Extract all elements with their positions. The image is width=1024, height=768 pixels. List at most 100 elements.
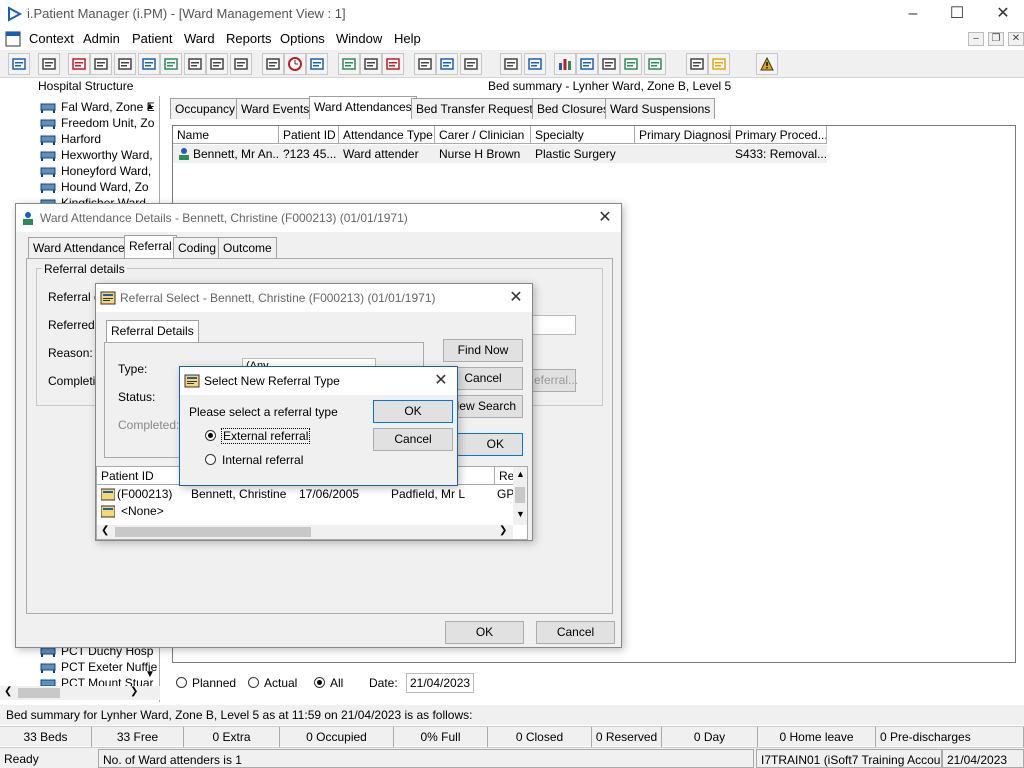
mdi-minimize-icon[interactable]: – [968,32,984,46]
report-button[interactable] [262,53,284,75]
find-now-button[interactable]: Find Now [443,339,523,362]
scroll-left-icon[interactable]: ❮ [4,686,12,697]
warning-button[interactable] [756,53,778,75]
ok-button[interactable]: OK [373,400,453,423]
flag-button[interactable] [620,53,642,75]
cell-patient-id[interactable]: ?123 45... [279,145,339,163]
tree-scroll-up-icon[interactable]: ▲ [145,101,155,112]
column-header[interactable]: Attendance Type [339,126,435,144]
chart-button[interactable] [338,53,360,75]
list-vscrollbar[interactable]: ▲ ▼ [513,467,527,525]
menu-ward[interactable]: Ward [184,31,215,46]
transfer-button[interactable] [206,53,228,75]
referral-button[interactable]: eferral... [531,369,578,392]
bed2-button[interactable] [436,53,458,75]
fax-button[interactable] [114,53,136,75]
cell-carer[interactable]: Nurse H Brown [435,145,531,163]
printer-button[interactable] [38,53,60,75]
tree-scroll-down-icon[interactable]: ▼ [145,669,155,680]
internal-referral-label[interactable]: Internal referral [222,453,303,467]
mdi-restore-icon[interactable]: ❐ [988,32,1004,46]
column-header[interactable]: Carer / Clinician [435,126,531,144]
arrow-button[interactable] [644,53,666,75]
discharge-button[interactable] [500,53,522,75]
radio-all[interactable] [314,677,325,691]
tree-item[interactable]: Honeyford Ward, [40,163,151,179]
scroll-down-icon[interactable]: ▼ [516,509,525,519]
cell-procedure[interactable]: S433: Removal... [731,145,827,163]
tab-ward-attendance[interactable]: Ward Attendance [28,237,130,258]
m-button[interactable] [138,53,160,75]
scroll-thumb[interactable] [115,527,311,537]
mdi-document-icon[interactable] [5,31,21,47]
tree-item[interactable]: Freedom Unit, Zo [40,115,154,131]
network-button[interactable] [576,53,598,75]
menu-window[interactable]: Window [336,31,382,46]
scroll-thumb[interactable] [515,487,525,503]
close-icon[interactable]: ✕ [431,371,451,391]
person-button[interactable] [160,53,182,75]
tab-outcome[interactable]: Outcome [218,237,277,258]
menu-options[interactable]: Options [280,31,325,46]
column-header[interactable]: Primary Proced... [731,126,827,144]
tree-item[interactable]: Hound Ward, Zo [40,179,149,195]
scroll-right-icon[interactable]: ❯ [130,686,138,697]
radio-internal-referral[interactable] [205,454,216,468]
tree-hscrollbar[interactable]: ❮ ❯ [0,686,160,700]
bar-chart-button[interactable] [554,53,576,75]
edit-button[interactable] [90,53,112,75]
menu-admin[interactable]: Admin [83,31,120,46]
cell-attendance-type[interactable]: Ward attender [339,145,435,163]
list-button[interactable] [414,53,436,75]
radio-planned[interactable] [176,677,187,691]
book-button[interactable] [68,53,90,75]
ok-button[interactable]: OK [445,621,524,644]
tab-bed-closures[interactable]: Bed Closures [532,98,615,119]
menu-reports[interactable]: Reports [226,31,272,46]
radio-actual[interactable] [248,677,259,691]
tab-bed-transfer-requests[interactable]: Bed Transfer Requests [411,98,544,119]
cancel-button[interactable]: Cancel [536,621,615,644]
mdi-close-icon[interactable]: ✕ [1008,32,1024,46]
tab-ward-events[interactable]: Ward Events [236,98,315,119]
referred-by-field[interactable] [531,315,576,335]
close-icon[interactable]: ✕ [506,288,526,308]
column-header[interactable]: Re [495,467,515,485]
menu-patient[interactable]: Patient [132,31,172,46]
scroll-left-icon[interactable]: ❮ [101,525,109,536]
patient-button[interactable] [8,53,30,75]
maximize-icon[interactable]: ☐ [942,4,972,24]
ward-button[interactable] [460,53,482,75]
list-hscrollbar[interactable]: ❮ ❯ [97,525,513,539]
tab-referral[interactable]: Referral [124,235,177,258]
tab-ward-suspensions[interactable]: Ward Suspensions [605,98,716,119]
notes-button[interactable] [184,53,206,75]
tree-item[interactable]: Hexworthy Ward, [40,147,153,163]
column-header[interactable]: Patient ID [279,126,339,144]
scroll-up-icon[interactable]: ▲ [516,469,525,479]
scroll-thumb[interactable] [18,688,60,698]
tab-ward-attendances[interactable]: Ward Attendances [309,96,417,119]
tab-coding[interactable]: Coding [173,237,222,258]
clock2-button[interactable] [382,53,404,75]
tab-referral-details[interactable]: Referral Details [106,320,199,343]
external-referral-label[interactable]: External referral [220,428,311,444]
grid-button[interactable] [686,53,708,75]
tab-occupancy[interactable]: Occupancy [170,98,241,119]
date-field[interactable]: 21/04/2023 [406,673,474,693]
close-icon[interactable]: ✕ [988,4,1018,24]
column-header[interactable]: Specialty [531,126,635,144]
tree-item[interactable]: Harford [40,131,101,147]
cancel-button[interactable]: Cancel [373,428,453,451]
close-icon[interactable]: ✕ [595,208,615,228]
minimize-icon[interactable]: – [898,4,928,24]
column-header[interactable]: Primary Diagnosis [635,126,731,144]
clock-button[interactable] [284,53,306,75]
cell-specialty[interactable]: Plastic Surgery [531,145,635,163]
monitor-button[interactable] [306,53,328,75]
comment-button[interactable] [598,53,620,75]
cell-diagnosis[interactable] [635,145,731,163]
menu-context[interactable]: Context [29,31,74,46]
swap-button[interactable] [708,53,730,75]
tree-item[interactable]: Fal Ward, Zone E [40,99,155,115]
